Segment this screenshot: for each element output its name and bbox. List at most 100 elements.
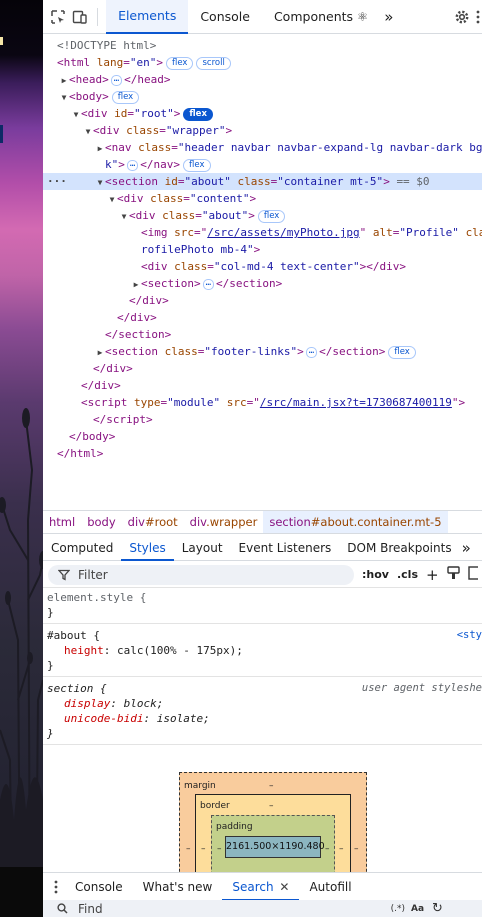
collapsed-ellipsis[interactable]: …	[126, 159, 139, 171]
regex-toggle[interactable]: (.*)	[391, 904, 405, 914]
dom-close-section[interactable]: </section>	[43, 326, 482, 343]
rule-element-style[interactable]: element.style { }	[43, 589, 482, 624]
declaration-height[interactable]: height: calc(100% - 175px);	[47, 643, 482, 658]
filter-input[interactable]: Filter	[48, 564, 354, 585]
settings-gear-icon[interactable]	[451, 4, 473, 30]
collapsed-ellipsis[interactable]: …	[305, 346, 318, 358]
box-model-content-size[interactable]: 2161.500×1190.480	[225, 836, 325, 858]
dom-close-html[interactable]: </html>	[43, 445, 482, 462]
expand-arrow-icon[interactable]: ▶	[59, 72, 69, 89]
tab-console[interactable]: Console	[188, 0, 262, 34]
dom-tree[interactable]: <!DOCTYPE html> <html lang="en"> flex scro…	[43, 34, 482, 510]
dom-node-nav-cont[interactable]: k">… </nav> flex	[43, 156, 482, 173]
flex-badge[interactable]: flex	[166, 56, 194, 70]
flex-badge[interactable]: flex	[388, 345, 416, 359]
dom-node-col[interactable]: <div class="col-md-4 text-center"></div>	[43, 258, 482, 275]
refresh-icon[interactable]: ↻	[432, 901, 443, 916]
dom-node-html[interactable]: <html lang="en"> flex scroll	[43, 54, 482, 71]
more-actions-icon[interactable]: ···	[47, 173, 67, 190]
rule-section-ua[interactable]: section { user agent styleshe display: b…	[43, 677, 482, 745]
dom-close-div[interactable]: </div>	[43, 360, 482, 377]
collapse-arrow-icon[interactable]: ▼	[95, 174, 105, 191]
new-rule-button[interactable]: +	[426, 566, 439, 584]
border-right-value[interactable]: –	[339, 844, 344, 854]
dom-node-inner-section[interactable]: ▶ <section>… </section>	[43, 275, 482, 292]
collapse-arrow-icon[interactable]: ▼	[119, 208, 129, 225]
collapsed-ellipsis[interactable]: …	[110, 74, 123, 86]
margin-top-value[interactable]: –	[269, 781, 274, 791]
img-src-link[interactable]: /src/assets/myPhoto.jpg	[207, 226, 359, 239]
tab-dom-breakpoints[interactable]: DOM Breakpoints	[339, 535, 459, 561]
more-options-icon[interactable]	[474, 4, 482, 30]
hov-toggle[interactable]: :hov	[362, 568, 389, 581]
expand-arrow-icon[interactable]: ▶	[95, 140, 105, 157]
drawer-tab-autofill[interactable]: Autofill	[299, 873, 361, 901]
flex-badge-active[interactable]: flex	[183, 107, 213, 121]
breadcrumb-html[interactable]: html	[43, 511, 81, 533]
drawer-tab-whats-new[interactable]: What's new	[133, 873, 223, 901]
dom-node-img[interactable]: <img src="/src/assets/myPhoto.jpg" alt="…	[43, 224, 482, 241]
dom-node-body[interactable]: ▼ <body> flex	[43, 88, 482, 105]
flex-badge[interactable]: flex	[257, 209, 286, 223]
margin-right-value[interactable]: –	[354, 844, 359, 854]
more-tabs-button[interactable]: »	[380, 0, 397, 34]
dom-node-img-cont[interactable]: rofilePhoto mb-4">	[43, 241, 482, 258]
drawer-tab-console[interactable]: Console	[65, 873, 133, 901]
script-src-link[interactable]: /src/main.jsx?t=1730687400119	[260, 396, 452, 409]
drawer-menu-icon[interactable]	[47, 874, 65, 900]
dom-node-about[interactable]: ▼ <div class="about"> flex	[43, 207, 482, 224]
dom-node-nav[interactable]: ▶ <nav class="header navbar navbar-expand…	[43, 139, 482, 156]
color-format-icon[interactable]	[446, 566, 460, 583]
expand-arrow-icon[interactable]: ▶	[131, 276, 141, 293]
flex-badge[interactable]: flex	[183, 158, 211, 172]
flex-badge[interactable]: flex	[111, 90, 140, 104]
dom-node-head[interactable]: ▶ <head>… </head>	[43, 71, 482, 88]
dom-node-footer[interactable]: ▶ <section class="footer-links">… </sectio…	[43, 343, 482, 360]
dom-close-div[interactable]: </div>	[43, 292, 482, 309]
dom-close-body[interactable]: </body>	[43, 428, 482, 445]
tab-elements[interactable]: Elements	[106, 0, 189, 34]
dom-close-div[interactable]: </div>	[43, 377, 482, 394]
match-case-toggle[interactable]: Aa	[411, 904, 424, 914]
find-bar[interactable]: Find (.*) Aa ↻	[43, 900, 482, 917]
collapse-arrow-icon[interactable]: ▼	[59, 89, 69, 106]
dom-doctype[interactable]: <!DOCTYPE html>	[43, 37, 482, 54]
breadcrumb-body[interactable]: body	[81, 511, 121, 533]
close-icon[interactable]: ✕	[279, 880, 289, 894]
dom-node-section-selected[interactable]: ··· ▼ <section id="about" class="container…	[43, 173, 482, 190]
dom-node-script[interactable]: <script type="module" src="/src/main.jsx…	[43, 394, 482, 411]
breadcrumb-div-wrapper[interactable]: div.wrapper	[184, 511, 264, 533]
tab-event-listeners[interactable]: Event Listeners	[231, 535, 340, 561]
rule-about[interactable]: #about { <sty height: calc(100% - 175px)…	[43, 624, 482, 677]
dom-close-script[interactable]: </script>	[43, 411, 482, 428]
dom-node-wrapper[interactable]: ▼ <div class="wrapper">	[43, 122, 482, 139]
sidebar-toggle-icon[interactable]	[467, 566, 482, 583]
tab-layout[interactable]: Layout	[174, 535, 231, 561]
scroll-badge[interactable]: scroll	[196, 56, 231, 70]
rule-source-link[interactable]: <sty	[457, 629, 482, 641]
tab-computed[interactable]: Computed	[43, 535, 121, 561]
cls-toggle[interactable]: .cls	[397, 568, 418, 581]
dom-node-content[interactable]: ▼ <div class="content">	[43, 190, 482, 207]
margin-left-value[interactable]: –	[186, 844, 191, 854]
dom-node-root[interactable]: ▼ <div id="root"> flex	[43, 105, 482, 122]
tab-styles[interactable]: Styles	[121, 535, 174, 561]
collapse-arrow-icon[interactable]: ▼	[107, 191, 117, 208]
padding-right-value[interactable]: –	[325, 844, 330, 854]
dom-close-div[interactable]: </div>	[43, 309, 482, 326]
breadcrumb-section-about[interactable]: section#about.container.mt-5	[263, 511, 448, 533]
device-toolbar-icon[interactable]	[69, 4, 91, 30]
find-input[interactable]: Find	[78, 902, 103, 916]
breadcrumb-div-root[interactable]: div#root	[122, 511, 184, 533]
more-subtabs-button[interactable]: »	[460, 535, 473, 561]
border-left-value[interactable]: –	[201, 844, 206, 854]
inspect-element-icon[interactable]	[47, 4, 69, 30]
tab-components[interactable]: Components ⚛	[262, 0, 380, 34]
padding-left-value[interactable]: –	[217, 844, 222, 854]
expand-arrow-icon[interactable]: ▶	[95, 344, 105, 361]
border-top-value[interactable]: –	[269, 801, 274, 811]
collapse-arrow-icon[interactable]: ▼	[83, 123, 93, 140]
collapse-arrow-icon[interactable]: ▼	[71, 106, 81, 123]
drawer-tab-search[interactable]: Search ✕	[222, 873, 300, 901]
collapsed-ellipsis[interactable]: …	[202, 278, 215, 290]
